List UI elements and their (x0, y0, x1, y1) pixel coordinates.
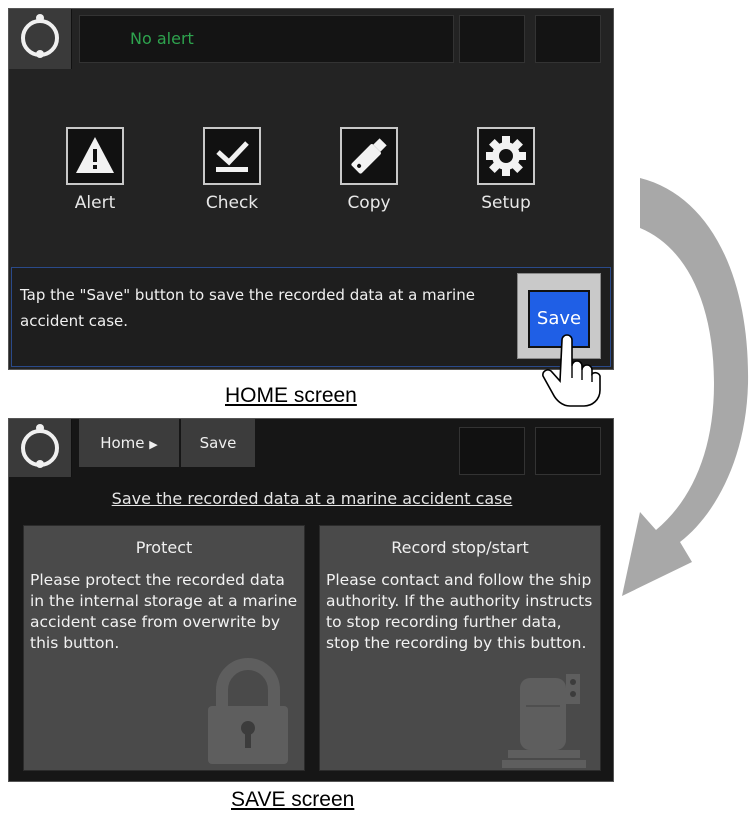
logo-dot-icon (36, 14, 44, 22)
home-screen-caption: HOME screen (225, 384, 357, 407)
alert-status-text: No alert (130, 29, 194, 48)
recorder-icon (502, 674, 586, 768)
check-icon (203, 127, 261, 185)
copy-label: Copy (347, 193, 391, 213)
alert-label: Alert (74, 193, 116, 213)
gear-icon (477, 127, 535, 185)
warning-icon (66, 127, 124, 185)
logo-dot-icon (36, 424, 44, 432)
protect-description: Please protect the recorded data in the … (30, 571, 298, 652)
header-slot[interactable] (459, 427, 525, 475)
setup-label: Setup (481, 193, 531, 213)
header-slot[interactable] (459, 15, 525, 63)
save-screen-caption: SAVE screen (231, 788, 355, 811)
alert-status-bar[interactable]: No alert (79, 15, 454, 63)
check-label: Check (205, 193, 259, 213)
save-instruction-text: Tap the "Save" button to save the record… (20, 286, 475, 330)
app-logo[interactable] (9, 419, 72, 477)
breadcrumb-home-label: Home (100, 434, 145, 452)
transition-arrow-icon (622, 178, 749, 596)
usb-drive-icon (340, 127, 398, 185)
padlock-icon (208, 658, 288, 764)
copy-button[interactable]: Copy (319, 127, 419, 227)
breadcrumb-current: Save (181, 419, 255, 467)
alert-button[interactable]: Alert (45, 127, 145, 227)
record-stop-start-description: Please contact and follow the ship autho… (326, 571, 593, 652)
protect-title: Protect (135, 538, 193, 557)
record-stop-start-button[interactable]: Record stop/start Please contact and fol… (319, 525, 601, 771)
breadcrumb-home[interactable]: Home ▶ (79, 419, 179, 467)
check-button[interactable]: Check (182, 127, 282, 227)
pointing-hand-icon (542, 334, 601, 407)
breadcrumb-current-label: Save (199, 434, 237, 452)
breadcrumb-arrow-icon: ▶ (149, 438, 158, 451)
save-screen-title: Save the recorded data at a marine accid… (111, 489, 513, 508)
app-logo[interactable] (9, 9, 72, 69)
setup-button[interactable]: Setup (456, 127, 556, 227)
save-screen: Home ▶ Save Save the recorded data at a … (8, 418, 614, 782)
header-slot[interactable] (535, 427, 601, 475)
logo-dot-icon (36, 460, 44, 468)
record-stop-start-title: Record stop/start (391, 538, 529, 557)
header-slot[interactable] (535, 15, 601, 63)
home-screen: No alert Alert Check Copy Setup Tap the … (8, 8, 614, 370)
logo-dot-icon (36, 50, 44, 58)
protect-button[interactable]: Protect Please protect the recorded data… (23, 525, 305, 771)
